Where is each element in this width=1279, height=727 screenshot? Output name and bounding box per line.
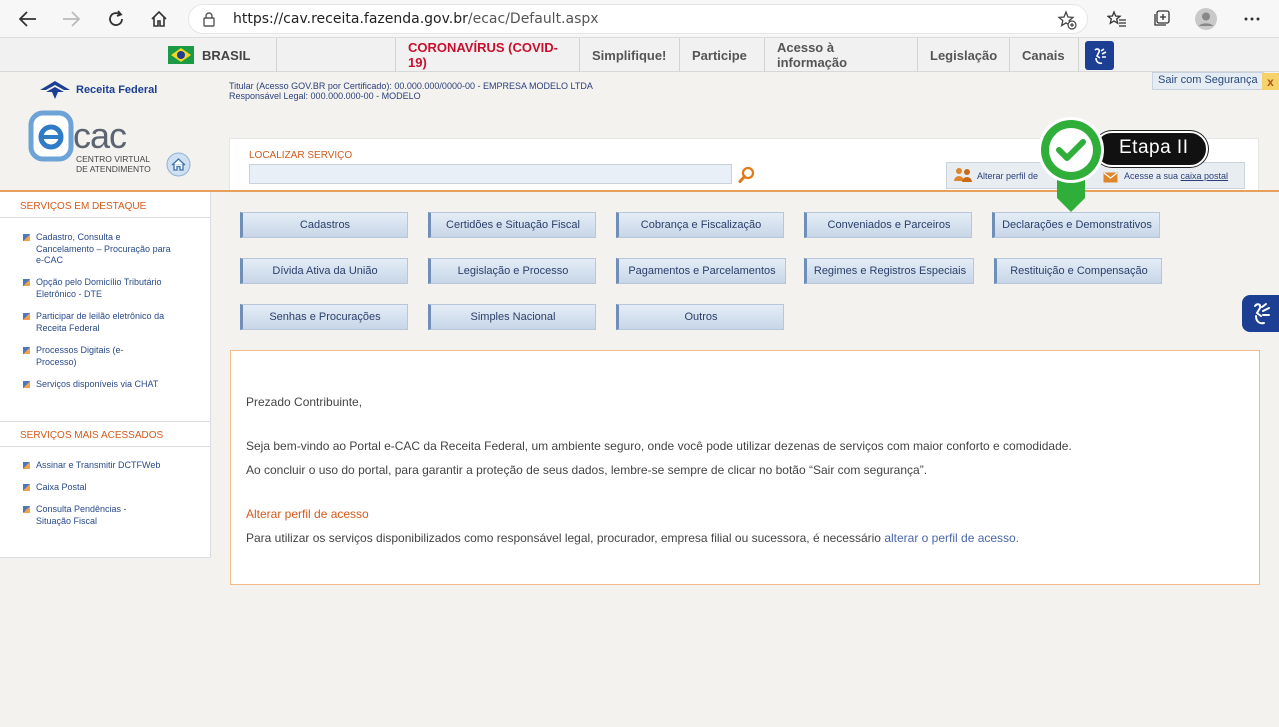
bullet-icon [23, 347, 30, 354]
sidebar-item-procuracao[interactable]: Cadastro, Consulta e Cancelamento – Proc… [23, 232, 193, 267]
responsavel-line: Responsável Legal: 000.000.000-00 - MODE… [229, 91, 421, 101]
add-favorite-icon[interactable] [1057, 10, 1077, 35]
category-legislacao-button[interactable]: Legislação e Processo [428, 258, 596, 284]
libras-accessibility-icon[interactable] [1085, 41, 1114, 70]
caixa-postal-link[interactable]: caixa postal [1181, 171, 1229, 181]
brasil-link[interactable]: BRASIL [168, 38, 250, 72]
bullet-icon [23, 313, 30, 320]
brazil-flag-icon [168, 46, 194, 64]
url-text: https://cav.receita.fazenda.gov.br/ecac/… [233, 11, 599, 27]
bullet-icon [23, 462, 30, 469]
govbar-link-participe[interactable]: Participe [679, 38, 764, 72]
home-icon[interactable] [166, 152, 191, 182]
ecac-logo[interactable]: cac CENTRO VIRTUAL DE ATENDIMENTO [28, 110, 153, 183]
category-cadastros-button[interactable]: Cadastros [240, 212, 408, 238]
bullet-icon [23, 381, 30, 388]
welcome-paragraph: Seja bem-vindo ao Portal e-CAC da Receit… [246, 439, 1072, 453]
sidebar-item-pendencias[interactable]: Consulta Pendências - Situação Fiscal [23, 504, 193, 527]
brasil-label: BRASIL [202, 47, 251, 63]
category-senhas-button[interactable]: Senhas e Procurações [240, 304, 408, 330]
govbar-link-canais[interactable]: Canais [1009, 38, 1079, 72]
collections-icon[interactable] [1148, 6, 1174, 32]
sidebar-item-chat[interactable]: Serviços disponíveis via CHAT [23, 379, 193, 391]
divider [276, 38, 277, 72]
sidebar-item-leilao[interactable]: Participar de leilão eletrônico da Recei… [23, 311, 193, 334]
sidebar-item-e-processo[interactable]: Processos Digitais (e-Processo) [23, 345, 193, 368]
sidebar-item-dte[interactable]: Opção pelo Domicílio Tributário Eletrôni… [23, 277, 193, 300]
ecac-subtitle: CENTRO VIRTUAL DE ATENDIMENTO [76, 154, 151, 174]
address-bar[interactable]: https://cav.receita.fazenda.gov.br/ecac/… [188, 4, 1088, 34]
divider [0, 217, 210, 218]
more-options-icon[interactable] [1239, 6, 1265, 32]
users-icon [953, 167, 973, 188]
search-icon[interactable] [738, 166, 756, 189]
perfil-paragraph: Para utilizar os serviços disponibilizad… [246, 531, 1020, 545]
category-simples-button[interactable]: Simples Nacional [428, 304, 596, 330]
category-cobranca-button[interactable]: Cobrança e Fiscalização [616, 212, 784, 238]
govbar-link-acesso-informacao[interactable]: Acesso à informação [764, 38, 917, 72]
sidebar-item-dctfweb[interactable]: Assinar e Transmitir DCTFWeb [23, 460, 193, 472]
search-label: LOCALIZAR SERVIÇO [249, 150, 353, 161]
divider [0, 421, 210, 422]
security-paragraph: Ao concluir o uso do portal, para garant… [246, 463, 928, 477]
sidebar-item-label: Participar de leilão eletrônico da Recei… [36, 311, 165, 333]
alterar-perfil-link[interactable]: Alterar perfil de [977, 171, 1038, 181]
alterar-perfil-acesso-link[interactable]: alterar o perfil de acesso. [884, 531, 1019, 545]
browser-toolbar: https://cav.receita.fazenda.gov.br/ecac/… [0, 0, 1279, 38]
category-certidoes-button[interactable]: Certidões e Situação Fiscal [428, 212, 596, 238]
caixa-postal-text: Acesse a sua caixa postal [1124, 171, 1229, 181]
titular-line: Titular (Acesso GOV.BR por Certificado):… [229, 81, 593, 91]
govbar-link-legislacao[interactable]: Legislação [917, 38, 1009, 72]
forward-icon[interactable] [58, 6, 84, 32]
home-browser-icon[interactable] [146, 6, 172, 32]
servicos-acessados-title: SERVIÇOS MAIS ACESSADOS [20, 430, 164, 441]
govbar-link-covid[interactable]: CORONAVÍRUS (COVID-19) [395, 38, 579, 72]
libras-side-icon[interactable] [1242, 295, 1279, 332]
category-conveniados-button[interactable]: Conveniados e Parceiros [804, 212, 972, 238]
bullet-icon [23, 234, 30, 241]
search-input[interactable] [249, 164, 732, 184]
servicos-destaque-title: SERVIÇOS EM DESTAQUE [20, 201, 147, 212]
back-icon[interactable] [15, 6, 41, 32]
sidebar-item-label: Consulta Pendências - Situação Fiscal [36, 504, 127, 526]
svg-text:cac: cac [73, 115, 127, 156]
greeting-text: Prezado Contribuinte, [246, 395, 363, 409]
govbar-link-simplifique[interactable]: Simplifique! [579, 38, 679, 72]
sidebar-item-label: Caixa Postal [36, 482, 87, 492]
category-divida-ativa-button[interactable]: Dívida Ativa da União [240, 258, 408, 284]
favorites-icon[interactable] [1104, 6, 1130, 32]
receita-federal-label: Receita Federal [76, 84, 158, 96]
bullet-icon [23, 279, 30, 286]
category-pagamentos-button[interactable]: Pagamentos e Parcelamentos [616, 258, 786, 284]
sidebar-item-label: Processos Digitais (e-Processo) [36, 345, 124, 367]
lock-icon [203, 12, 215, 32]
category-regimes-button[interactable]: Regimes e Registros Especiais [804, 258, 974, 284]
sair-com-seguranca-button[interactable]: Sair com Segurança [1152, 72, 1264, 90]
etapa-label: Etapa II [1119, 137, 1189, 158]
sidebar-item-label: Opção pelo Domicílio Tributário Eletrôni… [36, 277, 162, 299]
sidebar-item-label: Cadastro, Consulta e Cancelamento – Proc… [36, 232, 171, 265]
checkmark-pin-icon [1035, 116, 1107, 219]
receita-federal-logo[interactable]: Receita Federal [38, 80, 157, 100]
sidebar-item-label: Assinar e Transmitir DCTFWeb [36, 460, 161, 470]
category-restituicao-button[interactable]: Restituição e Compensação [994, 258, 1162, 284]
alterar-perfil-title: Alterar perfil de acesso [246, 507, 369, 521]
bullet-icon [23, 506, 30, 513]
divider [0, 446, 210, 447]
close-icon[interactable]: x [1262, 73, 1279, 90]
profile-icon[interactable] [1193, 6, 1219, 32]
titular-info: Titular (Acesso GOV.BR por Certificado):… [229, 81, 593, 101]
sidebar-item-caixa-postal[interactable]: Caixa Postal [23, 482, 193, 494]
sidebar: SERVIÇOS EM DESTAQUE Cadastro, Consulta … [0, 192, 211, 558]
category-declaracoes-button[interactable]: Declarações e Demonstrativos [992, 212, 1160, 238]
sidebar-item-label: Serviços disponíveis via CHAT [36, 379, 159, 389]
refresh-icon[interactable] [103, 6, 129, 32]
category-outros-button[interactable]: Outros [616, 304, 784, 330]
bullet-icon [23, 484, 30, 491]
